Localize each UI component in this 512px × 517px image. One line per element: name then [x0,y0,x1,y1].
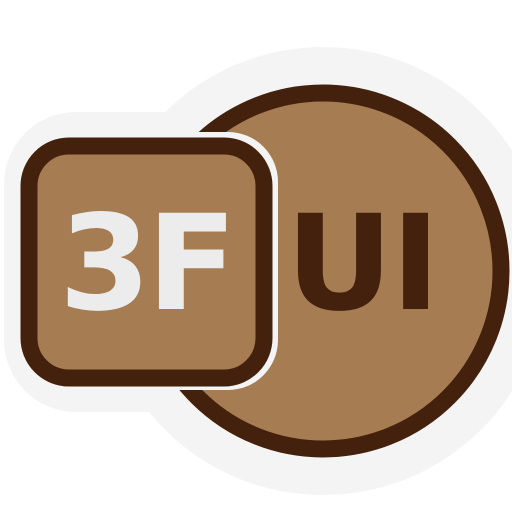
logo-3fui: 3F UI [0,0,512,512]
logo-graphic: 3F UI [4,47,512,495]
logo-text-3f: 3F [59,187,233,341]
logo-text-ui: UI [286,187,438,341]
